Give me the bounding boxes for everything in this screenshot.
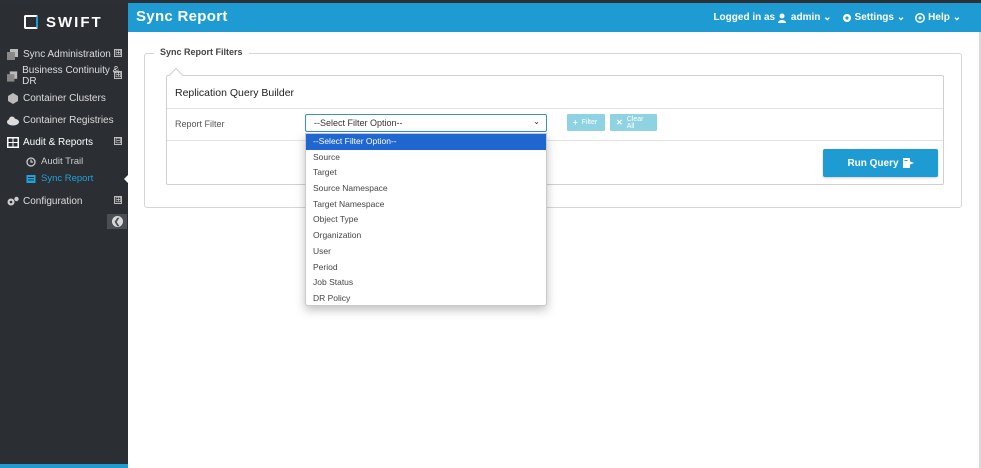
sidebar-item-label: Container Clusters — [23, 92, 106, 104]
table-icon — [7, 136, 19, 148]
report-filter-label: Report Filter — [175, 119, 225, 129]
run-query-button[interactable]: Run Query — [823, 149, 938, 177]
export-icon — [902, 158, 914, 168]
sidebar-subitem-label: Audit Trail — [41, 156, 84, 167]
filters-legend: Sync Report Filters — [154, 47, 249, 57]
help-icon — [915, 12, 926, 23]
option-target[interactable]: Target — [306, 165, 546, 181]
option-user[interactable]: User — [306, 244, 546, 260]
option-period[interactable]: Period — [306, 260, 546, 276]
sidebar-item-label: Container Registries — [23, 114, 114, 126]
chevron-down-icon: ⌄ — [952, 12, 961, 23]
sidebar-item-audit-reports[interactable]: Audit & Reports ⊟ — [0, 131, 128, 153]
sidebar-collapse-button[interactable]: ❮ — [107, 214, 127, 229]
collapse-icon[interactable]: ⊟ — [114, 137, 122, 145]
plus-icon: + — [573, 118, 578, 127]
cloud-icon — [7, 116, 19, 125]
help-menu[interactable]: Help ⌄ — [915, 12, 961, 23]
sidebar-item-configuration[interactable]: Configuration ⊞ — [0, 190, 128, 212]
option-source[interactable]: Source — [306, 150, 546, 166]
sidebar-item-label: Sync Administration — [23, 48, 111, 60]
gear-icon — [842, 13, 851, 22]
sidebar-subitem-audit-trail[interactable]: Audit Trail — [0, 153, 128, 170]
settings-menu[interactable]: Settings ⌄ — [842, 12, 906, 23]
close-icon: ✕ — [616, 118, 623, 127]
sidebar-item-business-continuity[interactable]: Business Continuity & DR ⊞ — [0, 65, 128, 87]
help-label: Help — [928, 12, 950, 23]
gears-icon — [7, 196, 19, 205]
sidebar-item-container-registries[interactable]: Container Registries — [0, 109, 128, 131]
option-job-status[interactable]: Job Status — [306, 275, 546, 291]
option-source-namespace[interactable]: Source Namespace — [306, 181, 546, 197]
clear-all-label: Clear All — [626, 115, 644, 130]
select-value: --Select Filter Option-- — [314, 118, 403, 128]
user-menu[interactable]: Logged in as admin ⌄ — [713, 12, 831, 23]
sidebar: SWIFT Sync Administration ⊞ Business Con… — [0, 3, 129, 468]
option-organization[interactable]: Organization — [306, 228, 546, 244]
filter-button[interactable]: + Filter — [567, 114, 605, 131]
filter-button-label: Filter — [581, 119, 598, 126]
option-target-namespace[interactable]: Target Namespace — [306, 197, 546, 213]
username: admin — [790, 12, 821, 23]
settings-label: Settings — [854, 12, 894, 23]
cube-icon — [8, 92, 18, 104]
sidebar-item-label: Business Continuity & DR — [22, 65, 120, 87]
history-icon — [26, 156, 36, 167]
logo-icon — [24, 15, 38, 29]
chevron-down-icon: ⌄ — [823, 12, 832, 23]
brand-name: SWIFT — [46, 13, 103, 31]
sidebar-subitem-sync-report[interactable]: Sync Report — [0, 170, 129, 187]
clear-all-button[interactable]: ✕ Clear All — [610, 114, 657, 131]
option-dr-policy[interactable]: DR Policy — [306, 291, 546, 307]
report-icon — [26, 174, 36, 183]
sidebar-item-label: Audit & Reports — [23, 136, 94, 148]
header-actions: Logged in as admin ⌄ Settings ⌄ Help ⌄ — [713, 12, 961, 23]
copy-icon — [7, 48, 18, 60]
user-icon — [777, 13, 786, 23]
arrow-left-icon: ❮ — [111, 216, 123, 227]
sidebar-item-container-clusters[interactable]: Container Clusters — [0, 87, 128, 109]
option-select-filter[interactable]: --Select Filter Option-- — [306, 134, 546, 150]
panel-title: Replication Query Builder — [175, 87, 295, 99]
divider — [167, 108, 943, 109]
sidebar-item-label: Configuration — [23, 195, 83, 207]
expand-icon[interactable]: ⊞ — [114, 196, 122, 204]
run-query-label: Run Query — [847, 157, 899, 169]
sidebar-bottom-accent — [0, 464, 128, 468]
chevron-down-icon: ⌄ — [896, 12, 906, 23]
page-title: Sync Report — [136, 8, 228, 25]
report-filter-select[interactable]: --Select Filter Option-- ⌄ — [305, 114, 547, 132]
option-object-type[interactable]: Object Type — [306, 212, 546, 228]
copy-icon — [7, 70, 18, 82]
chevron-down-icon: ⌄ — [533, 117, 540, 126]
sidebar-subitem-label: Sync Report — [41, 173, 94, 184]
sidebar-item-sync-administration[interactable]: Sync Administration ⊞ — [0, 43, 128, 65]
page-header: Sync Report Logged in as admin ⌄ Setting… — [128, 3, 981, 32]
divider — [167, 140, 943, 141]
expand-icon[interactable]: ⊞ — [114, 49, 122, 57]
logged-in-label: Logged in as — [713, 12, 776, 23]
brand-logo[interactable]: SWIFT — [0, 3, 128, 41]
filter-options-list: --Select Filter Option-- Source Target S… — [305, 133, 547, 306]
expand-icon[interactable]: ⊞ — [114, 71, 122, 79]
